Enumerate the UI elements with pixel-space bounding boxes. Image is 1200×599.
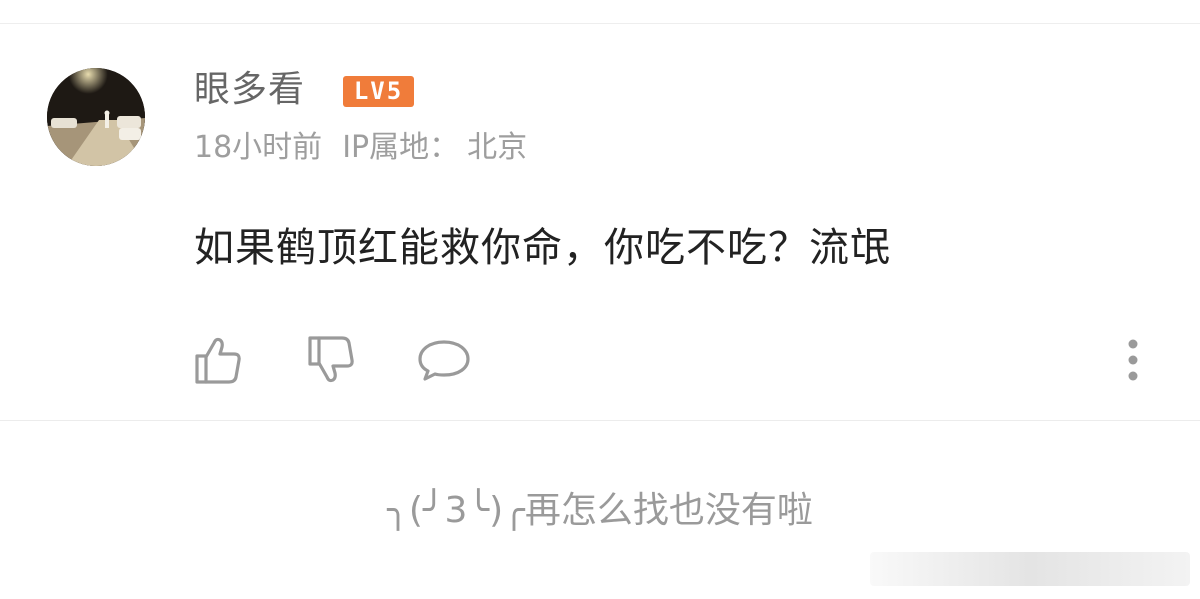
comment-meta: 18小时前 IP属地： 北京 <box>194 128 527 168</box>
comment-page: 眼多看 LV5 18小时前 IP属地：北京 如果鹤顶红能救你命，你吃不吃？流氓 <box>0 0 1200 599</box>
comment-bubble-icon <box>418 340 470 381</box>
avatar-photo <box>47 68 145 166</box>
reply-button[interactable] <box>414 330 474 390</box>
thumbs-up-icon <box>195 337 241 384</box>
comment-text: 如果鹤顶红能救你命，你吃不吃？流氓 <box>194 225 891 271</box>
divider <box>0 420 1200 421</box>
thumbs-down-icon <box>308 336 354 383</box>
like-button[interactable] <box>188 330 248 390</box>
comment-time: 18小时前 <box>194 130 323 165</box>
ip-label: IP属地： <box>342 130 460 165</box>
ip-location: 北京 <box>467 130 528 165</box>
watermark <box>870 552 1190 586</box>
more-button[interactable] <box>1110 330 1156 390</box>
dislike-button[interactable] <box>301 330 361 390</box>
avatar[interactable] <box>47 68 145 166</box>
end-of-list-text: ╮(╯3╰)╭再怎么找也没有啦 <box>387 490 813 531</box>
more-vertical-icon <box>1128 339 1138 381</box>
level-badge: LV5 <box>343 76 414 107</box>
username[interactable]: 眼多看 <box>194 66 305 114</box>
comment-item: 眼多看 LV5 18小时前 IP属地： 北京 如果鹤顶红能救你命，你吃不吃？流氓 <box>0 24 1200 420</box>
